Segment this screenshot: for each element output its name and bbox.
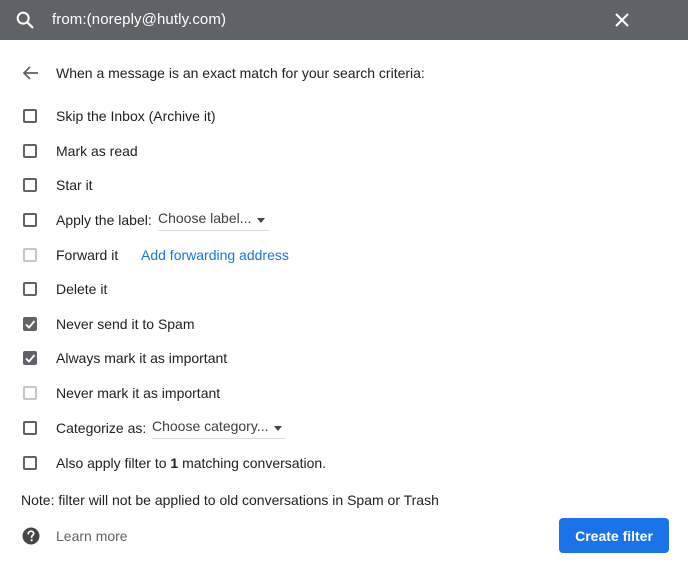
dropdown-caret-icon (257, 218, 266, 223)
apply-to-matching-label: Also apply filter to 1 matching conversa… (56, 455, 326, 471)
choose-category-dropdown[interactable]: Choose category... (152, 418, 287, 439)
option-apply-label[interactable]: Apply the label: Choose label... (0, 207, 688, 233)
checkmark-icon (25, 354, 36, 363)
delete-it-checkbox[interactable] (23, 282, 37, 296)
option-skip-inbox[interactable]: Skip the Inbox (Archive it) (0, 103, 688, 129)
create-filter-button[interactable]: Create filter (559, 518, 669, 553)
never-important-label: Never mark it as important (56, 385, 221, 401)
apply-to-matching-prefix: Also apply filter to (56, 455, 167, 471)
learn-more-link[interactable]: Learn more (56, 528, 128, 544)
categorize-label: Categorize as: (56, 420, 147, 436)
option-always-important[interactable]: Always mark it as important (0, 345, 688, 371)
add-forwarding-address-link[interactable]: Add forwarding address (141, 247, 289, 263)
matching-count: 1 (170, 455, 179, 471)
apply-to-matching-checkbox[interactable] (23, 456, 37, 470)
choose-category-value: Choose category... (152, 418, 269, 434)
star-it-checkbox[interactable] (23, 178, 37, 192)
option-forward-it: Forward it Add forwarding address (0, 242, 688, 268)
checkmark-icon (25, 320, 36, 329)
search-bar[interactable]: from:(noreply@hutly.com) (0, 0, 688, 40)
criteria-header: When a message is an exact match for you… (0, 60, 688, 86)
option-never-important: Never mark it as important (0, 380, 688, 406)
search-icon[interactable] (14, 9, 36, 31)
forward-it-label: Forward it (56, 247, 119, 263)
apply-label-checkbox[interactable] (23, 213, 37, 227)
search-query[interactable]: from:(noreply@hutly.com) (52, 11, 226, 28)
dropdown-caret-icon (274, 426, 283, 431)
mark-as-read-checkbox[interactable] (23, 144, 37, 158)
arrow-back-icon[interactable] (22, 65, 40, 81)
always-important-label: Always mark it as important (56, 350, 228, 366)
skip-inbox-checkbox[interactable] (23, 109, 37, 123)
forward-it-checkbox (23, 248, 37, 262)
choose-label-dropdown[interactable]: Choose label... (158, 210, 270, 231)
option-categorize[interactable]: Categorize as: Choose category... (0, 415, 688, 441)
delete-it-label: Delete it (56, 281, 108, 297)
never-important-checkbox (23, 386, 37, 400)
categorize-checkbox[interactable] (23, 421, 37, 435)
mark-as-read-label: Mark as read (56, 143, 138, 159)
always-important-checkbox[interactable] (23, 351, 37, 365)
choose-label-value: Choose label... (158, 210, 252, 226)
help-icon[interactable] (22, 527, 40, 545)
option-star-it[interactable]: Star it (0, 172, 688, 198)
spam-trash-note: Note: filter will not be applied to old … (21, 492, 439, 508)
learn-more-row: Learn more (0, 523, 300, 549)
option-apply-to-matching[interactable]: Also apply filter to 1 matching conversa… (0, 450, 688, 476)
apply-label-label: Apply the label: (56, 212, 152, 228)
option-mark-as-read[interactable]: Mark as read (0, 138, 688, 164)
never-spam-checkbox[interactable] (23, 317, 37, 331)
star-it-label: Star it (56, 177, 93, 193)
close-icon[interactable] (612, 10, 632, 30)
option-delete-it[interactable]: Delete it (0, 276, 688, 302)
criteria-header-text: When a message is an exact match for you… (56, 65, 425, 81)
apply-to-matching-suffix: matching conversation. (182, 455, 327, 471)
option-never-spam[interactable]: Never send it to Spam (0, 311, 688, 337)
skip-inbox-label: Skip the Inbox (Archive it) (56, 108, 216, 124)
never-spam-label: Never send it to Spam (56, 316, 195, 332)
